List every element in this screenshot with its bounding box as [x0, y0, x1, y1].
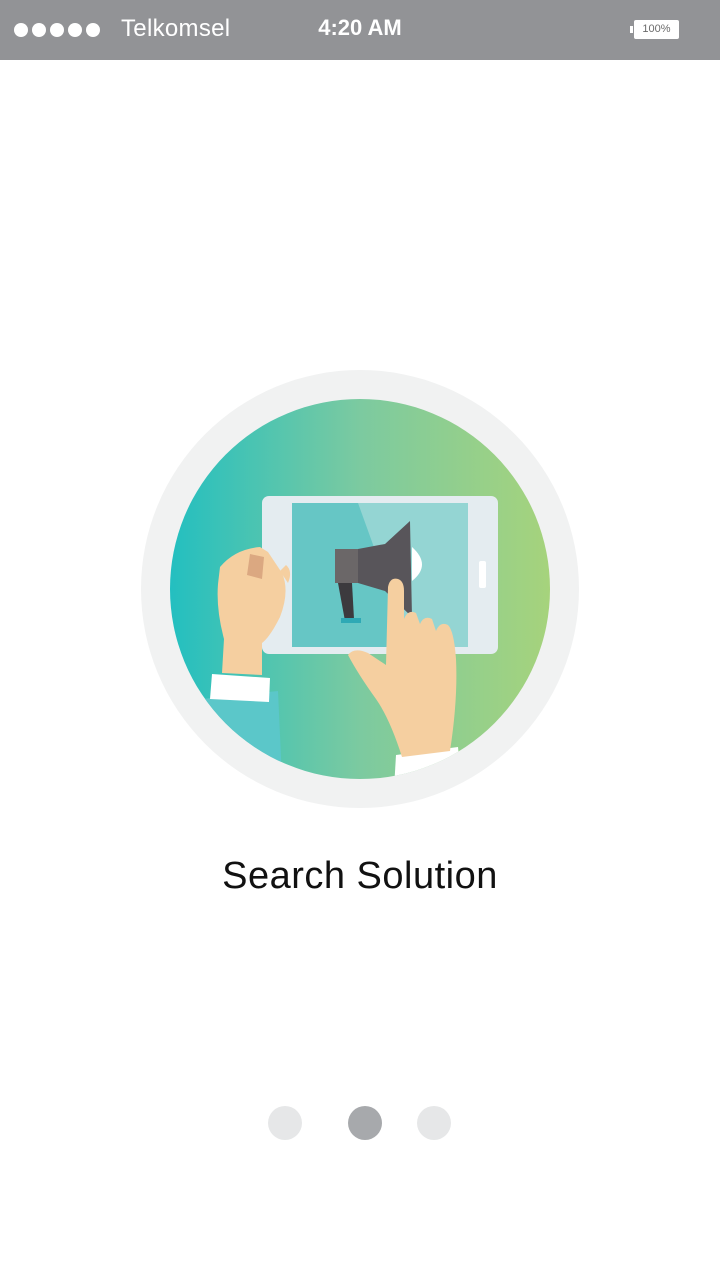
hands-tablet-megaphone-illustration	[141, 370, 579, 808]
page-indicator[interactable]	[0, 1106, 720, 1140]
battery-icon: 100%	[630, 20, 679, 39]
tablet-home-button	[479, 561, 486, 588]
left-cuff	[210, 674, 270, 702]
status-time: 4:20 AM	[318, 15, 402, 40]
onboarding-screen: Telkomsel 4:20 AM 100% Search Solution	[0, 0, 720, 1280]
status-bar: Telkomsel 4:20 AM 100%	[0, 0, 720, 60]
battery-level: 100%	[642, 23, 671, 35]
page-dot-1[interactable]	[268, 1106, 302, 1140]
page-dot-2-active[interactable]	[348, 1106, 382, 1140]
onboarding-title: Search Solution	[222, 855, 498, 897]
page-dot-3[interactable]	[417, 1106, 451, 1140]
